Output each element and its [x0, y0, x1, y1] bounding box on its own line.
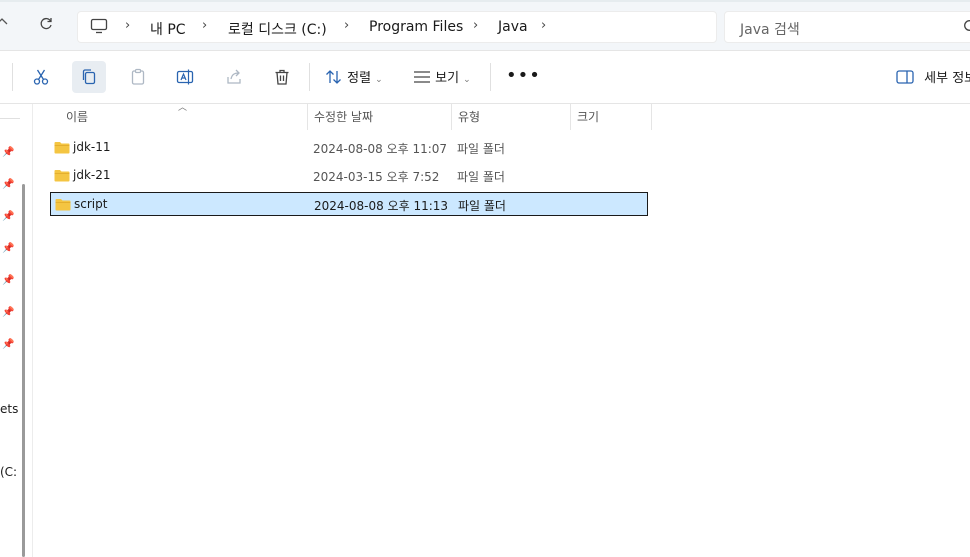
pin-icon: 📌 — [2, 147, 15, 158]
column-header-date[interactable]: 수정한 날짜 — [314, 108, 373, 125]
folder-icon — [54, 169, 70, 182]
this-pc-icon[interactable] — [90, 18, 108, 34]
nav-scrollbar[interactable] — [22, 184, 25, 557]
file-name: script — [74, 197, 108, 211]
pin-icon: 📌 — [2, 339, 15, 350]
paste-icon — [131, 68, 145, 85]
address-bar[interactable]: › 내 PC › 로컬 디스크 (C:) › Program Files › J… — [77, 11, 717, 43]
top-divider — [0, 0, 970, 2]
file-row-selected[interactable]: script 2024-08-08 오후 11:13 파일 폴더 — [50, 192, 648, 216]
nav-item-truncated[interactable]: ets — [0, 402, 18, 416]
column-divider[interactable] — [570, 104, 571, 130]
copy-icon — [82, 69, 96, 85]
breadcrumb-this-pc[interactable]: 내 PC — [150, 19, 186, 39]
search-icon[interactable] — [963, 19, 970, 35]
toolbar-divider — [12, 63, 13, 91]
file-type: 파일 폴더 — [458, 199, 506, 213]
chevron-right-icon[interactable]: › — [344, 18, 349, 33]
paste-button[interactable] — [121, 61, 155, 93]
pin-icon: 📌 — [2, 179, 15, 190]
delete-button[interactable] — [265, 61, 299, 93]
pin-icon: 📌 — [2, 211, 15, 222]
file-name: jdk-11 — [73, 140, 111, 154]
file-date: 2024-08-08 오후 11:13 — [314, 199, 449, 213]
navigation-pane: 📌 📌 📌 📌 📌 📌 📌 ets (C: — [0, 104, 33, 557]
details-pane-label: 세부 정보 — [924, 71, 970, 86]
sort-ascending-icon: ︿ — [178, 103, 188, 113]
chevron-right-icon[interactable]: › — [125, 18, 130, 33]
file-date: 2024-03-15 오후 7:52 — [313, 170, 440, 184]
view-icon — [414, 71, 430, 83]
back-arrow-icon[interactable] — [0, 16, 10, 30]
sort-icon — [326, 70, 341, 84]
file-row[interactable]: jdk-21 2024-03-15 오후 7:52 파일 폴더 — [50, 165, 648, 187]
command-bar: 정렬⌄ 보기⌄ ••• 세부 정보 — [0, 51, 970, 104]
chevron-right-icon[interactable]: › — [541, 18, 546, 33]
file-date: 2024-08-08 오후 11:07 — [313, 142, 448, 156]
sort-button[interactable]: 정렬 ⌄ — [325, 67, 383, 86]
file-row[interactable]: jdk-11 2024-08-08 오후 11:07 파일 폴더 — [50, 137, 648, 159]
column-divider[interactable] — [451, 104, 452, 130]
trash-icon — [275, 69, 289, 85]
folder-icon — [54, 141, 70, 154]
rename-button[interactable] — [168, 61, 202, 93]
view-button[interactable]: 보기 ⌄ — [413, 67, 471, 86]
chevron-right-icon[interactable]: › — [473, 18, 478, 33]
share-button[interactable] — [217, 61, 251, 93]
toolbar-divider — [309, 63, 310, 91]
column-header-type[interactable]: 유형 — [458, 108, 480, 125]
folder-icon — [55, 198, 71, 211]
address-toolbar: › 내 PC › 로컬 디스크 (C:) › Program Files › J… — [0, 0, 970, 51]
column-divider[interactable] — [651, 104, 652, 130]
file-type: 파일 폴더 — [457, 170, 505, 184]
search-box[interactable]: Java 검색 — [724, 11, 970, 43]
breadcrumb-local-disk[interactable]: 로컬 디스크 (C:) — [228, 19, 327, 39]
chevron-down-icon: ⌄ — [375, 75, 383, 85]
share-icon — [227, 69, 241, 84]
file-name: jdk-21 — [73, 168, 111, 182]
sort-label: 정렬 — [347, 71, 372, 86]
pin-icon: 📌 — [2, 275, 15, 286]
copy-button[interactable] — [72, 61, 106, 93]
chevron-down-icon: ⌄ — [463, 75, 471, 85]
pin-icon: 📌 — [2, 243, 15, 254]
view-label: 보기 — [435, 71, 460, 86]
column-header-name[interactable]: 이름 — [66, 108, 88, 125]
nav-item-local-disk-truncated[interactable]: (C: — [0, 465, 17, 479]
chevron-right-icon[interactable]: › — [202, 18, 207, 33]
search-placeholder[interactable]: Java 검색 — [740, 19, 800, 39]
refresh-icon[interactable] — [38, 16, 56, 34]
rename-icon — [176, 69, 194, 85]
pin-icon: 📌 — [2, 307, 15, 318]
details-pane-icon — [896, 70, 914, 84]
toolbar-divider — [490, 63, 491, 91]
column-divider[interactable] — [307, 104, 308, 130]
nav-divider — [0, 118, 20, 119]
breadcrumb-java[interactable]: Java — [498, 19, 528, 35]
file-list-header: ︿ 이름 수정한 날짜 유형 크기 — [33, 103, 970, 130]
cut-button[interactable] — [24, 61, 58, 93]
more-options-button[interactable]: ••• — [506, 67, 541, 85]
column-header-size[interactable]: 크기 — [577, 108, 599, 125]
breadcrumb-program-files[interactable]: Program Files — [369, 19, 463, 35]
file-type: 파일 폴더 — [457, 142, 505, 156]
scissors-icon — [33, 69, 49, 85]
details-pane-button[interactable]: 세부 정보 — [896, 67, 970, 86]
